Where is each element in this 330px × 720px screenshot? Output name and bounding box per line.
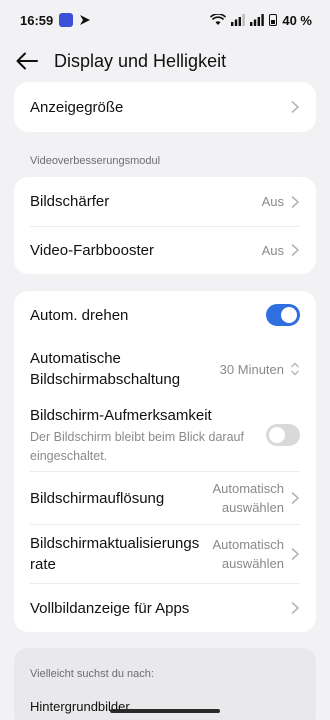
status-time: 16:59 [20, 12, 54, 28]
row-screen-attention[interactable]: Bildschirm-Aufmerksamkeit Der Bildschirm… [14, 401, 316, 469]
app-notification-icon [59, 13, 74, 27]
row-refresh-rate[interactable]: Bildschirmaktualisierungs rate Automatis… [14, 525, 316, 583]
row-label: Anzeigegröße [30, 98, 124, 116]
row-label-line1: Bildschirmaktualisierungs [30, 535, 200, 552]
row-screen-timeout[interactable]: Automatische Bildschirmabschaltung 30 Mi… [14, 341, 316, 397]
page-title: Display und Helligkeit [54, 50, 227, 71]
card-display-size: Anzeigegröße [14, 82, 316, 132]
row-label: Bildschirm-Aufmerksamkeit [30, 406, 212, 424]
section-header-video: Videoverbesserungsmodul [30, 155, 161, 167]
row-value-line1: Automatisch [212, 481, 284, 496]
chevron-right-icon [291, 547, 300, 561]
home-indicator[interactable] [110, 709, 220, 713]
row-label: Bildschirmauflösung [30, 489, 165, 507]
row-value: 30 Minuten [219, 361, 284, 377]
suggestions-header: Vielleicht suchst du nach: [30, 668, 154, 680]
row-label: Autom. drehen [30, 306, 129, 324]
row-label: Video-Farbbooster [30, 241, 154, 259]
battery-percent: 40 % [282, 12, 312, 28]
chevron-right-icon [291, 100, 300, 114]
row-fullscreen-apps[interactable]: Vollbildanzeige für Apps [14, 584, 316, 632]
row-value-line2: auswählen [221, 500, 284, 515]
row-image-sharpener[interactable]: Bildschärfer Aus [14, 177, 316, 226]
wifi-icon [210, 14, 227, 25]
auto-rotate-toggle[interactable] [266, 304, 300, 326]
chevron-right-icon [291, 195, 300, 208]
screen-attention-toggle[interactable] [266, 424, 300, 446]
row-value: Aus [261, 194, 284, 209]
signal-icon [231, 14, 246, 26]
row-video-color-booster[interactable]: Video-Farbbooster Aus [14, 226, 316, 274]
row-value: Aus [261, 242, 284, 258]
chevron-right-icon [291, 491, 300, 505]
row-value-line2: auswählen [221, 556, 284, 571]
navigation-icon [80, 15, 91, 25]
back-arrow-icon[interactable] [14, 48, 40, 74]
row-label: Bildschärfer [30, 193, 110, 210]
signal-icon [250, 14, 265, 26]
app-bar: Display und Helligkeit [0, 40, 330, 82]
row-value-line1: Automatisch [212, 537, 284, 552]
battery-icon [269, 14, 278, 26]
row-label-line1: Automatische [30, 350, 121, 367]
row-label-line2: rate [30, 556, 56, 573]
row-label: Vollbildanzeige für Apps [30, 599, 190, 617]
chevron-right-icon [291, 243, 300, 257]
card-screen-settings: Autom. drehen Automatische Bildschirmabs… [14, 291, 316, 632]
row-description-line1: Der Bildschirm bleibt beim Blick darauf [30, 429, 244, 444]
chevron-right-icon [291, 601, 300, 615]
row-description-line2: eingeschaltet. [30, 448, 108, 463]
row-display-size[interactable]: Anzeigegröße [14, 82, 316, 132]
card-video: Bildschärfer Aus Video-Farbbooster Aus [14, 177, 316, 274]
row-screen-resolution[interactable]: Bildschirmauflösung Automatisch auswähle… [14, 472, 316, 524]
status-bar: 16:59 40 % [0, 0, 330, 40]
row-label-line2: Bildschirmabschaltung [30, 371, 181, 388]
row-auto-rotate[interactable]: Autom. drehen [14, 291, 316, 339]
up-down-chevron-icon [291, 362, 299, 376]
